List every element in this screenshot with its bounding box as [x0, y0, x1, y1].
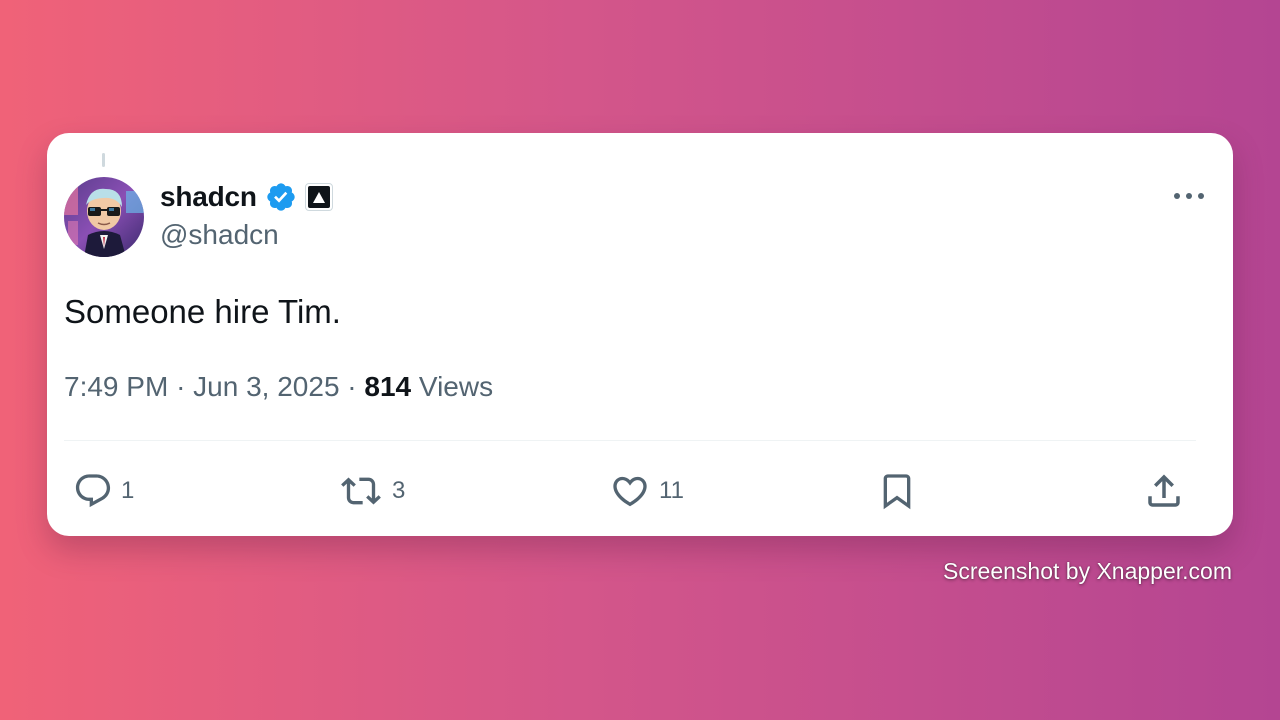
vercel-triangle-icon[interactable]: [304, 183, 333, 211]
bookmark-button[interactable]: [877, 470, 917, 512]
tweet-meta: 7:49 PM · Jun 3, 2025 · 814 Views: [64, 371, 493, 403]
retweet-count: 3: [392, 477, 406, 504]
views-label: Views: [418, 371, 494, 402]
share-button[interactable]: [1143, 470, 1185, 512]
like-button[interactable]: 11: [609, 470, 684, 512]
avatar[interactable]: [64, 177, 144, 257]
retweet-button[interactable]: 3: [338, 470, 405, 512]
tweet-card: shadcn @shadcn Someone hire Tim. 7:49 PM…: [47, 133, 1233, 536]
author-display-name[interactable]: shadcn: [160, 181, 257, 213]
more-options-icon[interactable]: [1171, 183, 1207, 209]
watermark: Screenshot by Xnapper.com: [943, 558, 1232, 584]
meta-separator: ·: [347, 371, 357, 402]
author-name-row: shadcn: [160, 179, 333, 215]
tweet-text: Someone hire Tim.: [64, 293, 341, 330]
verified-badge-icon: [265, 181, 297, 213]
views-count: 814: [364, 371, 412, 402]
thread-line: [102, 153, 105, 167]
author-handle[interactable]: @shadcn: [160, 219, 279, 251]
bookmark-icon: [877, 470, 917, 512]
reply-count: 1: [121, 477, 135, 504]
tweet-date[interactable]: Jun 3, 2025: [193, 371, 339, 402]
divider: [64, 440, 1196, 441]
tweet-time[interactable]: 7:49 PM: [64, 371, 168, 402]
meta-separator: ·: [176, 371, 186, 402]
heart-icon: [609, 471, 651, 511]
reply-icon: [73, 471, 113, 511]
retweet-icon: [338, 471, 384, 511]
like-count: 11: [659, 477, 684, 504]
share-icon: [1143, 470, 1185, 512]
reply-button[interactable]: 1: [73, 470, 134, 512]
